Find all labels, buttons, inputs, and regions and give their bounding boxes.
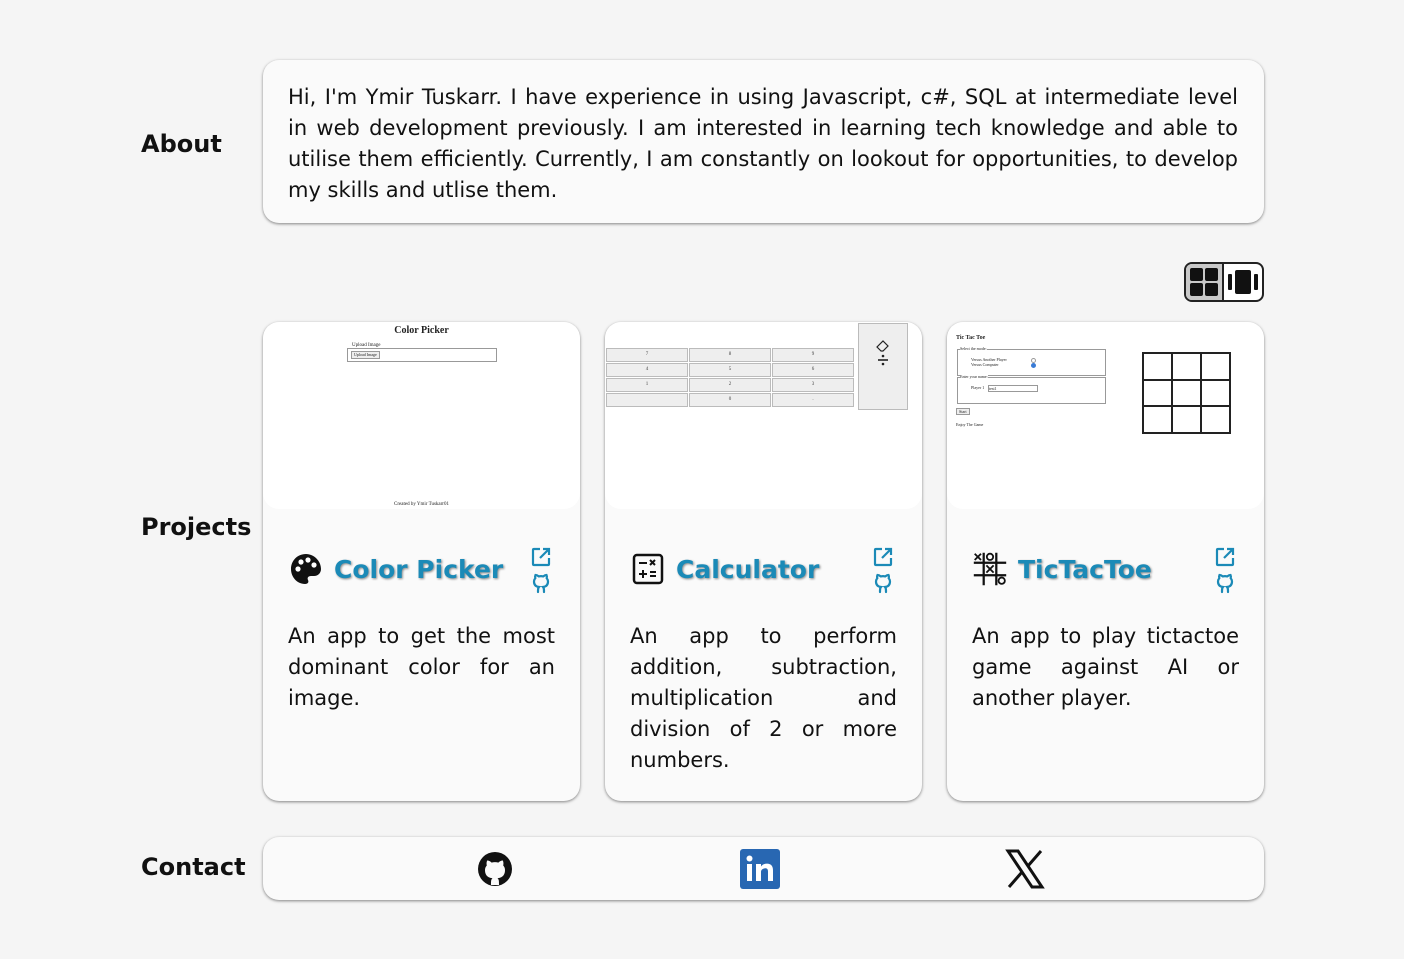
about-heading: About: [141, 130, 222, 158]
external-link-icon[interactable]: [872, 546, 894, 568]
linkedin-icon: [740, 849, 780, 889]
github-icon: [478, 852, 512, 886]
project-title-row: TicTacToe: [972, 547, 1152, 591]
carousel-view-button[interactable]: [1224, 264, 1262, 300]
project-title[interactable]: Calculator: [676, 555, 819, 584]
github-icon[interactable]: [872, 572, 894, 594]
external-link-icon[interactable]: [530, 546, 552, 568]
preview-calculator-key: 7: [606, 348, 688, 362]
calculator-icon: [630, 551, 666, 587]
preview-tictactoe-board: [1142, 352, 1231, 434]
preview-name-label: Player 1: [971, 385, 985, 390]
contact-heading: Contact: [141, 853, 246, 881]
project-preview-tictactoe[interactable]: Tic Tac Toe Select the mode: Versus Anot…: [947, 322, 1264, 509]
preview-calculator-key: [606, 393, 688, 407]
project-card-tictactoe: Tic Tac Toe Select the mode: Versus Anot…: [947, 322, 1264, 801]
preview-calculator-key: 6: [772, 363, 854, 377]
preview-mode-legend: Select the mode:: [960, 346, 987, 351]
preview-calculator-key: 9: [772, 348, 854, 362]
preview-mode-option-2: Versus Computer: [971, 362, 999, 367]
preview-calculator-key: .: [772, 393, 854, 407]
project-links: [872, 546, 894, 598]
project-card-color-picker: Color Picker Upload Image Upload Image C…: [263, 322, 580, 801]
preview-name-input: test1: [988, 385, 1038, 392]
project-description: An app to perform addition, subtraction,…: [630, 624, 897, 772]
preview-heading: Color Picker: [394, 325, 449, 336]
preview-start-button: Start: [956, 408, 970, 415]
preview-footer: Enjoy The Game: [956, 422, 984, 427]
about-panel: Hi, I'm Ymir Tuskarr. I have experience …: [263, 60, 1264, 223]
preview-calculator-key: 1: [606, 378, 688, 392]
github-icon[interactable]: [530, 572, 552, 594]
project-title-row: Calculator: [630, 547, 819, 591]
preview-operator-column: [858, 323, 908, 410]
project-preview-color-picker[interactable]: Color Picker Upload Image Upload Image C…: [263, 322, 580, 509]
project-description: An app to play tictactoe game against AI…: [972, 624, 1239, 710]
project-description: An app to get the most dominant color fo…: [288, 624, 555, 710]
view-toggle: [1184, 262, 1264, 302]
project-title-row: Color Picker: [288, 547, 503, 591]
preview-calculator-key: 5: [689, 363, 771, 377]
github-icon[interactable]: [1214, 572, 1236, 594]
project-preview-calculator[interactable]: 789 456 1230.: [605, 322, 922, 509]
x-link[interactable]: [1005, 849, 1045, 889]
preview-upload-button: Upload Image: [351, 351, 380, 359]
divide-icon: [878, 354, 888, 366]
preview-calculator-key: 8: [689, 348, 771, 362]
project-card-calculator: 789 456 1230. Calculator An app to perform…: [605, 322, 922, 801]
preview-radio-2: [1031, 363, 1036, 368]
carousel-view-icon: [1228, 270, 1258, 294]
preview-calculator-key: 0: [689, 393, 771, 407]
contact-panel: [263, 837, 1264, 900]
preview-fieldset-legend: Upload Image: [351, 343, 382, 348]
about-text: Hi, I'm Ymir Tuskarr. I have experience …: [288, 85, 1238, 202]
github-link[interactable]: [475, 849, 515, 889]
project-title[interactable]: Color Picker: [334, 555, 503, 584]
preview-footer: Created by Ymir Tuskarr01: [394, 502, 449, 507]
preview-name-legend: Enter your name:: [960, 374, 988, 379]
project-links: [1214, 546, 1236, 598]
project-title[interactable]: TicTacToe: [1018, 555, 1152, 584]
linkedin-link[interactable]: [740, 849, 780, 889]
preview-calculator-key: 3: [772, 378, 854, 392]
palette-icon: [288, 551, 324, 587]
grid-view-icon: [1190, 268, 1218, 296]
preview-calculator-key: 4: [606, 363, 688, 377]
eraser-icon: [876, 340, 889, 352]
preview-calculator-keypad: 789 456 1230.: [606, 348, 856, 407]
project-links: [530, 546, 552, 598]
preview-heading: Tic Tac Toe: [956, 335, 986, 341]
tictactoe-icon: [972, 551, 1008, 587]
projects-heading: Projects: [141, 513, 252, 541]
preview-calculator-key: 2: [689, 378, 771, 392]
x-icon: [1005, 849, 1045, 889]
external-link-icon[interactable]: [1214, 546, 1236, 568]
grid-view-button[interactable]: [1186, 264, 1224, 300]
